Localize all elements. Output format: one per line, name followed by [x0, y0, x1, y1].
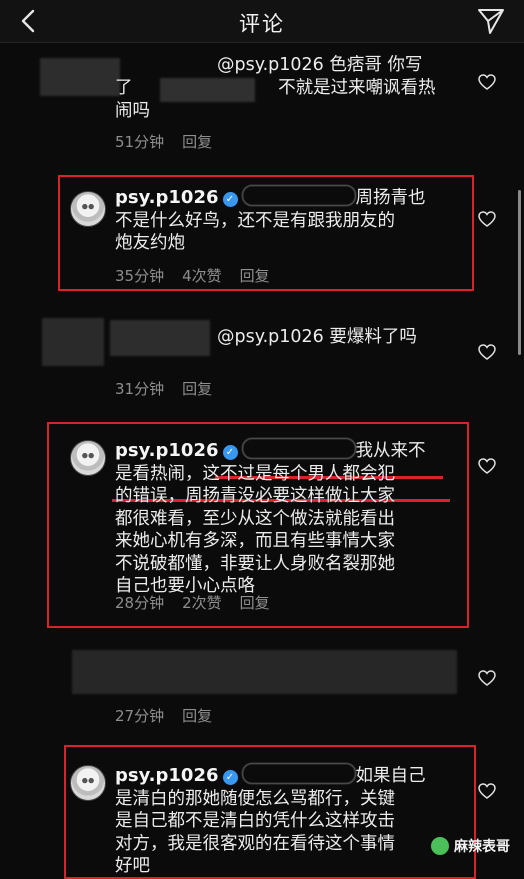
- comment-line: 色痞哥 你写: [323, 55, 423, 75]
- redacted-avatar: [40, 58, 120, 96]
- reply-button[interactable]: 回复: [182, 380, 212, 398]
- verified-badge-icon: ✓: [222, 445, 238, 460]
- send-icon[interactable]: [476, 6, 506, 36]
- comment-line: 不就是过来嘲讽看热: [272, 78, 436, 98]
- heart-outline-icon[interactable]: [478, 783, 496, 799]
- timestamp: 51分钟: [115, 133, 165, 151]
- verified-badge-icon: ✓: [222, 192, 238, 207]
- avatar[interactable]: [70, 765, 106, 801]
- comment-meta: 31分钟 回复: [115, 378, 230, 399]
- redacted-username: [110, 320, 210, 356]
- comment-text: psy.p1026 ✓ 如果自己 是清白的那她随便怎么骂都行，关键 是自己都不是清白…: [115, 763, 435, 878]
- comment-line: 是自己都不是清白的凭什么这样攻击: [115, 811, 395, 831]
- comment-line: 是清白的那她随便怎么骂都行，关键: [115, 788, 395, 809]
- like-count[interactable]: 4次赞: [182, 267, 222, 285]
- comment-line: 我从来不: [355, 441, 426, 461]
- redacted-name: [241, 185, 356, 206]
- reply-button[interactable]: 回复: [240, 267, 270, 285]
- comment-line: 好吧: [115, 856, 150, 876]
- reply-button[interactable]: 回复: [240, 594, 270, 612]
- comment-text: psy.p1026 ✓ 我从来不 是看热闹，这不过是每个男人都会犯 的错误，周扬青没…: [115, 438, 435, 598]
- comment-line: 了: [115, 78, 133, 98]
- comment-meta: 28分钟 2次赞 回复: [115, 592, 288, 613]
- comment-line: 周扬青也: [355, 188, 426, 208]
- redacted-name: [241, 438, 356, 459]
- timestamp: 28分钟: [115, 594, 165, 612]
- reply-button[interactable]: 回复: [182, 707, 212, 725]
- comment-line: 不是什么好鸟，还不是有跟我朋友的: [115, 210, 395, 231]
- comment-line: 是看热闹，这不过是每个男人都会犯: [115, 463, 395, 484]
- verified-badge-icon: ✓: [222, 770, 238, 785]
- comment-line: 炮友约炮: [115, 233, 185, 253]
- reply-button[interactable]: 回复: [182, 133, 212, 151]
- comment-line: 如果自己: [355, 766, 426, 786]
- comment-meta: 35分钟 4次赞 回复: [115, 265, 288, 286]
- redacted-comment: [72, 650, 457, 694]
- timestamp: 31分钟: [115, 380, 165, 398]
- timestamp: 27分钟: [115, 707, 165, 725]
- heart-outline-icon[interactable]: [478, 458, 496, 474]
- username[interactable]: psy.p1026: [115, 765, 219, 786]
- comment-line: 不说破都懂，非要让人身败名裂那她: [115, 553, 395, 574]
- comment-meta: 27分钟 回复: [115, 705, 230, 726]
- mention-link[interactable]: @psy.p1026: [217, 55, 324, 75]
- comment-text: @psy.p1026 要爆料了吗: [217, 326, 457, 349]
- comment-meta: 51分钟 回复: [115, 131, 230, 152]
- comment-text-cont: 了 不就是过来嘲讽看热 闹吗: [115, 77, 445, 122]
- comment-text: @psy.p1026 色痞哥 你写: [217, 54, 457, 77]
- redacted-avatar: [42, 318, 104, 366]
- comment-line: @psy.p1026 要爆料了吗: [217, 327, 417, 347]
- comment-line: 对方，我是很客观的在看待这个事情: [115, 833, 395, 854]
- avatar[interactable]: [70, 191, 106, 227]
- watermark: 麻辣表哥: [431, 836, 510, 856]
- wechat-icon: [431, 837, 449, 855]
- username[interactable]: psy.p1026: [115, 187, 219, 208]
- heart-outline-icon[interactable]: [478, 211, 496, 227]
- comment-line: 闹吗: [115, 100, 150, 121]
- username[interactable]: psy.p1026: [115, 440, 219, 461]
- page-title: 评论: [239, 12, 285, 36]
- comment-line: 的错误，周扬青没必要这样做让大家: [115, 486, 395, 506]
- avatar[interactable]: [70, 440, 106, 476]
- top-bar: 评论: [0, 0, 524, 43]
- redacted-name: [241, 763, 356, 784]
- heart-outline-icon[interactable]: [478, 74, 496, 90]
- scrollbar[interactable]: [518, 190, 521, 355]
- comment-text: psy.p1026 ✓ 周扬青也 不是什么好鸟，还不是有跟我朋友的 炮友约炮: [115, 185, 435, 255]
- comment-line: 来她心机有多深，而且有些事情大家: [115, 531, 395, 551]
- timestamp: 35分钟: [115, 267, 165, 285]
- like-count[interactable]: 2次赞: [182, 594, 222, 612]
- heart-outline-icon[interactable]: [478, 670, 496, 686]
- heart-outline-icon[interactable]: [478, 344, 496, 360]
- comment-line: 都很难看，至少从这个做法就能看出: [115, 508, 395, 529]
- watermark-text: 麻辣表哥: [454, 839, 510, 855]
